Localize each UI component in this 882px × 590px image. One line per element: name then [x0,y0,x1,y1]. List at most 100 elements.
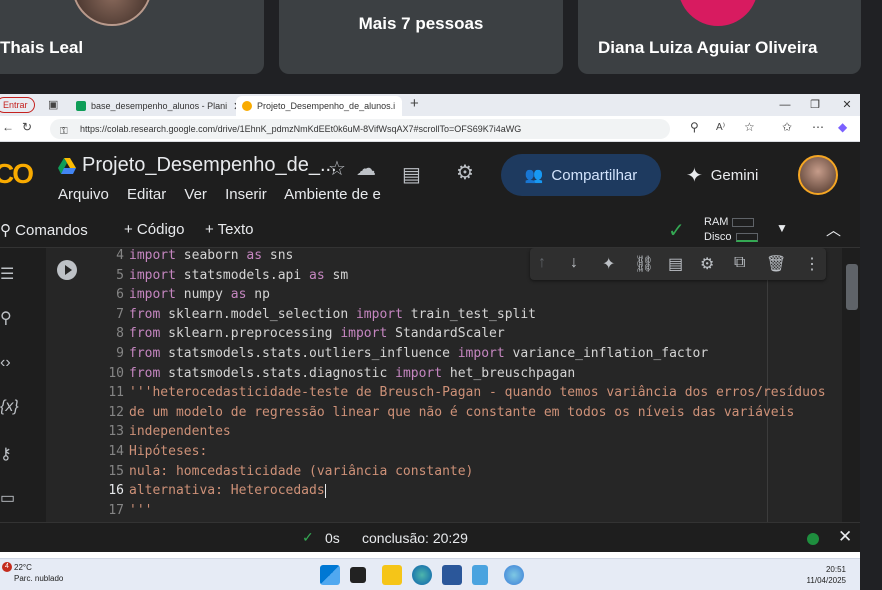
code-token: sklearn.preprocessing [160,326,341,342]
menu-inserir[interactable]: Inserir [225,186,267,203]
signin-button[interactable]: Entrar [0,97,35,113]
resources-indicator[interactable]: RAM Disco [704,215,758,245]
cell-settings-icon[interactable]: ⚙ [700,254,714,274]
code-token: np [246,287,270,303]
task-view-icon[interactable] [350,567,366,583]
tab-projeto-desempenho[interactable]: Projeto_Desempenho_de_alunos.i ✕ [236,96,402,116]
account-avatar[interactable] [798,155,838,195]
tab-label: Projeto_Desempenho_de_alunos.i [257,101,396,111]
code-line[interactable]: 14 Hipóteses: [88,444,207,464]
move-up-icon[interactable]: ↑ [538,254,546,272]
code-line[interactable]: 5 import statsmodels.api as sm [88,268,348,288]
favorites-icon[interactable]: ✩ [782,120,792,134]
word-icon[interactable] [442,565,462,585]
code-snippets-icon[interactable]: ‹› [0,354,11,372]
left-sidebar: ☰ ⚲ ‹› {x} ⚷ ▭ [0,248,28,522]
more-icon[interactable]: ⋯ [812,120,824,134]
more-vert-icon[interactable]: ⋮ [804,254,820,274]
link-icon[interactable]: ⛓ [634,254,654,274]
tab-actions-icon[interactable]: ▣ [48,98,58,111]
code-line[interactable]: 17 ''' [88,503,152,522]
new-tab-icon[interactable]: + [410,95,419,112]
zoom-icon[interactable]: ⚲ [690,120,699,134]
completion-time: conclusão: 20:29 [362,530,468,546]
site-info-icon[interactable]: ⚿ [60,122,68,139]
collapse-icon[interactable]: ︿ [826,219,841,240]
tab-base-desempenho[interactable]: base_desempenho_alunos - Plani ✕ [70,96,236,116]
code-line[interactable]: 13 independentes [88,424,230,444]
menu-arquivo[interactable]: Arquivo [58,186,109,203]
colab-logo[interactable]: CO [0,158,34,190]
participant-tile-diana[interactable]: Diana Luiza Aguiar Oliveira [578,0,861,74]
delete-trash-icon[interactable]: 🗑 [766,254,786,274]
read-aloud-icon[interactable]: A⁾ [716,122,725,133]
commands-button[interactable]: ⚲ Comandos [0,221,88,239]
code-line[interactable]: 15 nula: homcedasticidade (variância cons… [88,464,473,484]
vertical-scrollbar[interactable] [846,264,858,310]
comment-icon[interactable]: ▤ [668,254,683,274]
status-dot [807,533,819,545]
commands-label: Comandos [15,222,88,239]
code-line[interactable]: 10 from statsmodels.stats.diagnostic impo… [88,366,575,386]
settings-gear-icon[interactable]: ⚙ [456,160,474,185]
code-line[interactable]: 8 from sklearn.preprocessing import Stand… [88,326,505,346]
code-line[interactable]: 7 from sklearn.model_selection import tra… [88,307,536,327]
comments-icon[interactable]: ▤ [402,162,421,187]
search-icon[interactable]: ⚲ [0,308,12,328]
code-token: sklearn.model_selection [160,306,356,322]
star-icon[interactable]: ☆ [328,156,346,181]
gemini-cell-icon[interactable]: ✦ [602,254,615,274]
code-token: het_breuschpagan [442,365,576,381]
menu-ver[interactable]: Ver [184,186,207,203]
close-window-icon[interactable]: ✕ [832,94,862,116]
code-token: import [129,248,176,263]
url-field[interactable]: ⚿ https://colab.research.google.com/driv… [50,119,670,139]
files-folder-icon[interactable]: ▭ [0,488,15,508]
windows-start-icon[interactable] [320,565,340,585]
edge-browser-icon[interactable] [412,565,432,585]
cloud-saved-icon[interactable]: ☁ [356,156,376,181]
run-cell-button[interactable] [57,260,77,280]
cell-toolbar: ↑ ↓ ✦ ⛓ ▤ ⚙ ⧉ 🗑 ⋮ [530,248,826,280]
restore-icon[interactable]: ❐ [800,94,830,116]
add-code-button[interactable]: + Código [124,221,184,238]
move-down-icon[interactable]: ↓ [570,254,578,272]
favorite-star-icon[interactable]: ☆ [744,120,755,134]
copilot-icon[interactable]: ◆ [838,120,847,134]
code-line[interactable]: 9 from statsmodels.stats.outliers_influen… [88,346,708,366]
menu-ambiente[interactable]: Ambiente de e: [284,186,382,203]
menu-editar[interactable]: Editar [127,186,166,203]
notebook-title[interactable]: Projeto_Desempenho_de_... [82,154,337,177]
runtime-dropdown-icon[interactable]: ▼ [776,221,788,235]
drive-icon[interactable] [58,158,76,174]
secrets-key-icon[interactable]: ⚷ [0,444,12,464]
reload-icon[interactable]: ↻ [22,120,32,134]
file-explorer-icon[interactable] [382,565,402,585]
share-button[interactable]: 👥 Compartilhar [501,154,661,196]
participant-tile-thais[interactable]: Thais Leal [0,0,264,74]
code-token: import [340,326,388,342]
participant-name: Thais Leal [0,38,84,57]
colab-header: CO Projeto_Desempenho_de_... ☆ ☁ Arquivo… [0,142,860,212]
close-icon[interactable]: ✕ [401,100,402,113]
system-clock[interactable]: 20:51 11/04/2025 [807,564,846,586]
code-line[interactable]: 16 alternativa: Heterocedads [88,483,326,503]
mirror-cell-icon[interactable]: ⧉ [734,254,745,272]
add-text-button[interactable]: + Texto [205,221,254,238]
code-token: import [129,287,176,303]
code-line[interactable]: 4 import seaborn as sns [88,248,293,268]
code-line[interactable]: 12 de um modelo de regressão linear que n… [88,405,794,425]
gemini-button[interactable]: ✦ Gemini [686,154,778,196]
weather-widget[interactable]: 4 22°C Parc. nublado [2,562,63,584]
toc-icon[interactable]: ☰ [0,264,14,284]
participant-name: Diana Luiza Aguiar Oliveira [598,38,818,57]
variables-icon[interactable]: {x} [0,398,19,416]
minimize-icon[interactable]: — [770,94,800,116]
code-line[interactable]: 11 '''heterocedasticidade-teste de Breusc… [88,385,825,405]
close-status-icon[interactable]: ✕ [838,527,852,547]
participant-tile-more[interactable]: Mais 7 pessoas [279,0,563,74]
notepad-icon[interactable] [472,565,488,585]
back-icon[interactable]: ← [2,120,14,134]
code-line[interactable]: 6 import numpy as np [88,287,270,307]
app-icon[interactable] [504,565,524,585]
